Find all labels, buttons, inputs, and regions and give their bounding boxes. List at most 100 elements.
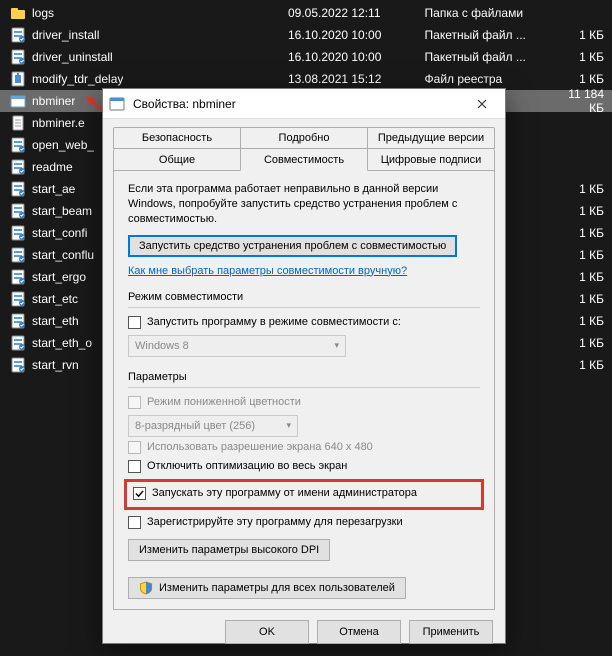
bat-icon — [10, 181, 26, 197]
disable-fullscreen-opt-label: Отключить оптимизацию во весь экран — [147, 460, 347, 472]
file-row[interactable]: modify_tdr_delay 13.08.2021 15:12Файл рее… — [0, 68, 612, 90]
file-name: start_conflu — [32, 248, 94, 262]
bat-icon — [10, 27, 26, 43]
file-size: 1 КБ — [561, 28, 612, 42]
file-size: 1 КБ — [561, 358, 612, 372]
file-name: nbminer — [32, 94, 75, 108]
tab-panel-compatibility: Если эта программа работает неправильно … — [113, 170, 495, 610]
change-all-users-button[interactable]: Изменить параметры для всех пользователе… — [128, 577, 406, 599]
file-name: driver_uninstall — [32, 50, 113, 64]
res640-label: Использовать разрешение экрана 640 x 480 — [147, 441, 373, 453]
params-title: Параметры — [128, 371, 480, 383]
file-size: 1 КБ — [561, 248, 612, 262]
cancel-button[interactable]: Отмена — [317, 620, 401, 644]
color-depth-select: 8-разрядный цвет (256) ▾ — [128, 415, 298, 437]
dialog-title: Свойства: nbminer — [133, 97, 236, 111]
file-name: driver_install — [32, 28, 99, 42]
tab-предыдущие-версии[interactable]: Предыдущие версии — [367, 127, 495, 149]
file-size: 1 КБ — [561, 182, 612, 196]
register-restart-label: Зарегистрируйте эту программу для переза… — [147, 516, 403, 528]
bat-icon — [10, 357, 26, 373]
tab-цифровые-подписи[interactable]: Цифровые подписи — [367, 149, 495, 171]
file-type: Папка с файлами — [425, 6, 562, 20]
compat-mode-checkbox-label: Запустить программу в режиме совместимос… — [147, 316, 401, 328]
file-name: start_etc — [32, 292, 78, 306]
file-type: Пакетный файл ... — [425, 28, 562, 42]
file-name: start_eth_o — [32, 336, 92, 350]
register-restart-checkbox[interactable]: Зарегистрируйте эту программу для переза… — [128, 516, 480, 529]
file-name: start_ae — [32, 182, 75, 196]
file-name: modify_tdr_delay — [32, 72, 123, 86]
bat-icon — [10, 269, 26, 285]
file-size: 1 КБ — [561, 270, 612, 284]
change-all-users-label: Изменить параметры для всех пользователе… — [159, 582, 395, 594]
run-troubleshooter-button[interactable]: Запустить средство устранения проблем с … — [128, 235, 457, 257]
reduced-color-label: Режим пониженной цветности — [147, 396, 301, 408]
tab-совместимость[interactable]: Совместимость — [240, 149, 368, 171]
reduced-color-checkbox: Режим пониженной цветности — [128, 396, 480, 409]
file-row[interactable]: logs 09.05.2022 12:11Папка с файлами — [0, 2, 612, 24]
properties-dialog: Свойства: nbminer БезопасностьПодробноПр… — [102, 88, 506, 644]
annotation-highlight-box: Запускать эту программу от имени админис… — [124, 479, 484, 510]
folder-icon — [10, 5, 26, 21]
bat-icon — [10, 137, 26, 153]
file-size: 1 КБ — [561, 292, 612, 306]
file-type: Пакетный файл ... — [425, 50, 562, 64]
tab-безопасность[interactable]: Безопасность — [113, 127, 241, 149]
bat-icon — [10, 291, 26, 307]
file-name: logs — [32, 6, 54, 20]
file-name: start_confi — [32, 226, 87, 240]
txt-icon — [10, 115, 26, 131]
run-as-admin-checkbox[interactable]: Запускать эту программу от имени админис… — [133, 487, 475, 500]
file-size: 1 КБ — [561, 50, 612, 64]
compat-mode-title: Режим совместимости — [128, 291, 480, 303]
compat-mode-select-value: Windows 8 — [135, 340, 189, 352]
change-dpi-button[interactable]: Изменить параметры высокого DPI — [128, 539, 330, 561]
file-name: readme — [32, 160, 73, 174]
file-size: 1 КБ — [561, 336, 612, 350]
file-name: nbminer.e — [32, 116, 85, 130]
run-as-admin-label: Запускать эту программу от имени админис… — [152, 487, 417, 499]
chevron-down-icon: ▾ — [286, 420, 291, 431]
chevron-down-icon: ▾ — [334, 340, 339, 351]
file-size: 1 КБ — [561, 204, 612, 218]
color-depth-value: 8-разрядный цвет (256) — [135, 420, 255, 432]
file-name: start_eth — [32, 314, 79, 328]
compat-help-link[interactable]: Как мне выбрать параметры совместимости … — [128, 265, 407, 277]
bat-icon — [10, 159, 26, 175]
bat-icon — [10, 247, 26, 263]
tab-общие[interactable]: Общие — [113, 149, 241, 171]
file-name: start_rvn — [32, 358, 79, 372]
bat-icon — [10, 313, 26, 329]
close-icon — [475, 97, 489, 111]
file-date: 13.08.2021 15:12 — [288, 72, 425, 86]
file-size: 1 КБ — [561, 226, 612, 240]
file-type: Файл реестра — [425, 72, 562, 86]
compat-mode-select: Windows 8 ▾ — [128, 335, 346, 357]
file-size: 1 КБ — [561, 314, 612, 328]
file-date: 16.10.2020 10:00 — [288, 28, 425, 42]
file-name: open_web_ — [32, 138, 94, 152]
apply-button[interactable]: Применить — [409, 620, 493, 644]
bat-icon — [10, 225, 26, 241]
bat-icon — [10, 335, 26, 351]
reg-icon — [10, 71, 26, 87]
file-row[interactable]: driver_uninstall16.10.2020 10:00Пакетный… — [0, 46, 612, 68]
app-icon — [109, 96, 125, 112]
dialog-titlebar[interactable]: Свойства: nbminer — [103, 89, 505, 119]
dialog-button-bar: OK Отмена Применить — [103, 610, 505, 656]
file-row[interactable]: driver_install 16.10.2020 10:00Пакетный ф… — [0, 24, 612, 46]
bat-icon — [10, 203, 26, 219]
tab-подробно[interactable]: Подробно — [240, 127, 368, 149]
ok-button[interactable]: OK — [225, 620, 309, 644]
file-size: 1 КБ — [561, 72, 612, 86]
compat-mode-checkbox[interactable]: Запустить программу в режиме совместимос… — [128, 316, 480, 329]
file-size: 11 184 КБ — [561, 87, 612, 115]
file-date: 09.05.2022 12:11 — [288, 6, 425, 20]
disable-fullscreen-opt-checkbox[interactable]: Отключить оптимизацию во весь экран — [128, 460, 480, 473]
close-button[interactable] — [459, 89, 505, 119]
file-name: start_ergo — [32, 270, 86, 284]
compat-info-text: Если эта программа работает неправильно … — [128, 182, 480, 227]
bat-icon — [10, 49, 26, 65]
exe-icon — [10, 93, 26, 109]
